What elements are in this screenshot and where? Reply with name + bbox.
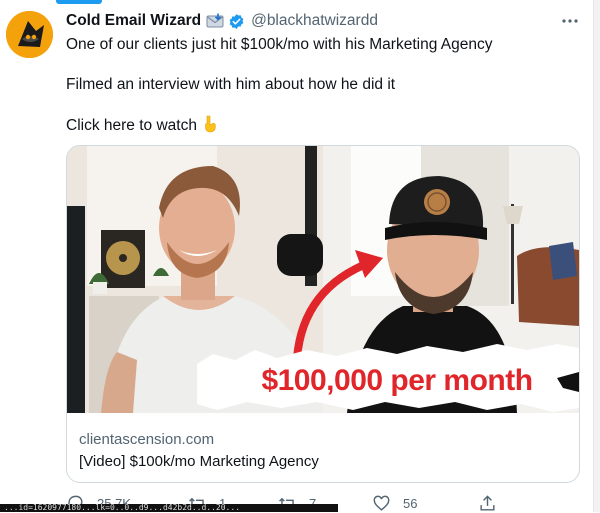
wizard-avatar-icon <box>6 11 53 58</box>
tweet-text-line: Click here to watch <box>66 115 576 136</box>
tweet-text: One of our clients just hit $100k/mo wit… <box>66 35 576 136</box>
card-domain[interactable]: clientascension.com <box>79 431 214 448</box>
verified-badge-icon <box>228 13 245 30</box>
link-preview-card[interactable]: $100,000 per month clientascension.com [… <box>66 145 580 483</box>
video-thumbnail[interactable]: $100,000 per month <box>67 146 579 413</box>
tweet-text-cta: Click here to watch <box>66 117 197 134</box>
tweet-header: Cold Email Wizard @blackhatwizardd <box>66 11 580 31</box>
like-button[interactable]: 56 <box>372 494 417 513</box>
envelope-emoji-icon <box>206 13 224 29</box>
card-title[interactable]: [Video] $100k/mo Marketing Agency <box>79 453 319 470</box>
share-icon <box>480 495 495 511</box>
scrollbar-track[interactable] <box>593 0 600 512</box>
author-handle[interactable]: @blackhatwizardd <box>251 12 378 30</box>
tweet-text-line: Filmed an interview with him about how h… <box>66 76 396 93</box>
active-tab-indicator <box>56 0 102 4</box>
more-options-icon[interactable] <box>560 11 580 31</box>
tweet-text-line: One of our clients just hit $100k/mo wit… <box>66 36 493 53</box>
author-name[interactable]: Cold Email Wizard <box>66 12 201 30</box>
thumbnail-caption: $100,000 per month <box>261 364 533 397</box>
avatar[interactable] <box>6 11 53 58</box>
link-status-bar: ...id=1620977180...lk=0..0..d9...d42b2d.… <box>0 504 338 512</box>
share-button[interactable] <box>478 494 497 513</box>
heart-icon <box>373 495 390 511</box>
like-count: 56 <box>403 496 418 511</box>
pointing-down-emoji-icon <box>201 115 219 133</box>
